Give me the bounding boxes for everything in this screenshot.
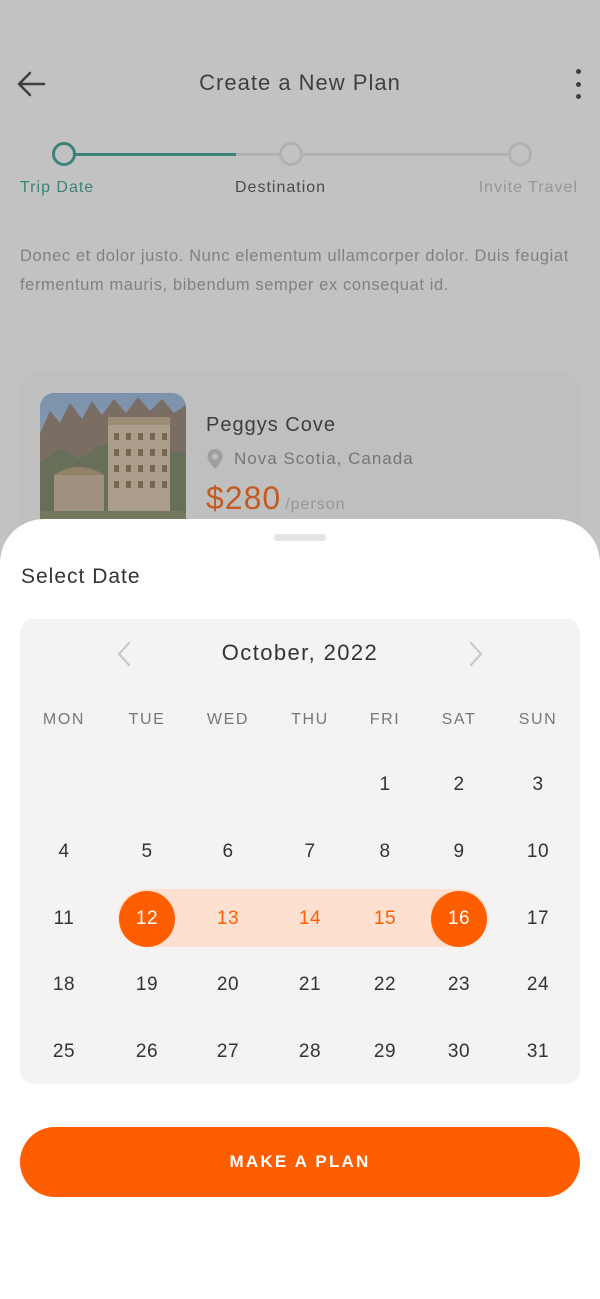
- calendar-day[interactable]: 20: [200, 957, 256, 1013]
- weekday-label: SAT: [441, 711, 477, 728]
- calendar-day[interactable]: 17: [510, 891, 566, 947]
- calendar-day[interactable]: 4: [36, 824, 92, 880]
- weekday-label: WED: [206, 711, 250, 728]
- make-a-plan-button[interactable]: MAKE A PLAN: [20, 1127, 580, 1197]
- next-month-button[interactable]: [461, 639, 491, 669]
- calendar-day[interactable]: 8: [357, 824, 413, 880]
- sheet-title: Select Date: [21, 565, 141, 588]
- calendar-day[interactable]: 28: [282, 1024, 338, 1080]
- calendar-day[interactable]: 11: [36, 891, 92, 947]
- calendar-day[interactable]: 26: [119, 1024, 175, 1080]
- month-label: October, 2022: [221, 640, 379, 665]
- calendar-day[interactable]: 27: [200, 1024, 256, 1080]
- calendar-day[interactable]: 10: [510, 824, 566, 880]
- calendar-day[interactable]: 9: [431, 824, 487, 880]
- calendar-day[interactable]: 5: [119, 824, 175, 880]
- weekday-label: SUN: [518, 711, 558, 728]
- calendar-day[interactable]: 7: [282, 824, 338, 880]
- calendar-day[interactable]: 2: [431, 757, 487, 813]
- calendar-day[interactable]: 23: [431, 957, 487, 1013]
- calendar-day[interactable]: 16: [431, 891, 487, 947]
- calendar-day[interactable]: 25: [36, 1024, 92, 1080]
- sheet-drag-handle[interactable]: [274, 534, 326, 541]
- calendar-day[interactable]: 29: [357, 1024, 413, 1080]
- chevron-right-icon: [470, 642, 482, 666]
- weekday-label: FRI: [369, 711, 401, 728]
- calendar-day[interactable]: 22: [357, 957, 413, 1013]
- calendar-day[interactable]: 12: [119, 891, 175, 947]
- select-date-sheet: Select Date October, 2022 MON TUE WED THU FR…: [0, 519, 600, 1299]
- calendar-day[interactable]: 30: [431, 1024, 487, 1080]
- calendar-day[interactable]: 1: [357, 757, 413, 813]
- calendar-day[interactable]: 19: [119, 957, 175, 1013]
- weekday-label: THU: [291, 711, 329, 728]
- calendar: October, 2022 MON TUE WED THU FRI SAT SUN 1 2 3 4 5…: [20, 619, 580, 1084]
- calendar-day[interactable]: 24: [510, 957, 566, 1013]
- calendar-day[interactable]: 31: [510, 1024, 566, 1080]
- weekday-label: MON: [42, 711, 86, 728]
- calendar-day[interactable]: 21: [282, 957, 338, 1013]
- calendar-day[interactable]: 18: [36, 957, 92, 1013]
- calendar-day[interactable]: 15: [357, 891, 413, 947]
- calendar-day[interactable]: 14: [282, 891, 338, 947]
- calendar-day[interactable]: 3: [510, 757, 566, 813]
- calendar-day[interactable]: 6: [200, 824, 256, 880]
- calendar-day[interactable]: 13: [200, 891, 256, 947]
- weekday-label: TUE: [128, 711, 166, 728]
